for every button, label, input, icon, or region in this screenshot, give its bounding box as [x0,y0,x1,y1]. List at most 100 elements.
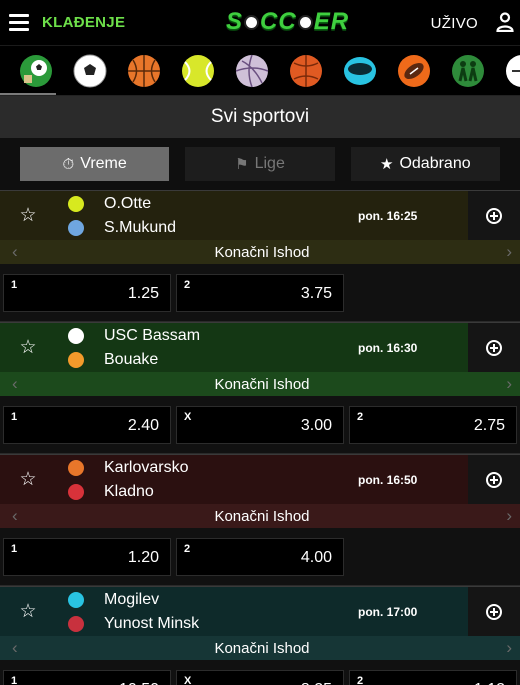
away-team-name: Kladno [104,482,154,500]
logo-ball-icon [244,15,260,30]
odd-value: 10.50 [119,681,159,685]
odd-button-1[interactable]: 1 1.20 [3,537,171,576]
odd-label: X [184,410,192,423]
chevron-right-icon[interactable]: › [506,638,512,658]
sport-american-football[interactable] [394,51,434,91]
odds-row: 1 10.50 X 8.25 2 1.12 [0,660,520,685]
home-team-icon [68,195,84,212]
betting-menu-label[interactable]: KLAĐENJE [42,14,125,31]
live-link[interactable]: UŽIVO [431,15,478,32]
plus-circle-icon [486,603,502,620]
market-bar: ‹ Konačni Ishod › [0,504,520,528]
odd-button-1[interactable]: 1 1.25 [3,273,171,312]
more-markets-button[interactable] [468,587,520,636]
american-football-icon [398,54,430,87]
odd-button-1[interactable]: 1 2.40 [3,405,171,444]
sport-tennis[interactable] [178,51,218,91]
teams[interactable]: O.Otte S.Mukund [56,191,358,240]
logo-ball-icon [297,15,313,30]
market-bar: ‹ Konačni Ishod › [0,240,520,264]
chevron-right-icon[interactable]: › [506,374,512,394]
match-card: ☆ USC Bassam Bouake pon. 16:30 ‹ Konačni… [0,322,520,454]
chevron-left-icon[interactable]: ‹ [12,242,18,262]
odd-button-2[interactable]: 2 2.75 [349,405,517,444]
odd-label: 2 [357,674,364,685]
chevron-right-icon[interactable]: › [506,242,512,262]
home-team: USC Bassam [68,326,358,346]
odd-value: 1.25 [127,284,159,302]
logo-text-start: S [226,8,244,35]
sport-basketball[interactable] [124,51,164,91]
odd-label: 1 [11,410,18,423]
away-team-name: S.Mukund [104,218,177,236]
odd-value: 8.25 [301,681,332,685]
sport-rugby[interactable] [448,51,488,91]
section-title: Svi sportovi [0,96,520,138]
flag-icon: ⚑ [235,156,249,173]
filter-leagues-label: Lige [254,155,285,172]
away-team-icon [68,219,84,236]
sport-handball[interactable] [286,51,326,91]
home-team-name: Karlovarsko [104,458,189,476]
sport-hockey[interactable] [340,51,380,91]
soccer-logo[interactable]: S CC ER [226,8,349,36]
stopwatch-icon: ⏱ [62,155,75,173]
chevron-right-icon[interactable]: › [506,506,512,526]
odd-button-2[interactable]: 2 1.12 [349,669,517,685]
basketball-icon [128,54,160,87]
more-markets-button[interactable] [468,455,520,504]
sport-volleyball[interactable] [232,51,272,91]
more-sports-icon [506,54,520,87]
chevron-left-icon[interactable]: ‹ [12,638,18,658]
odd-button-2[interactable]: 2 4.00 [176,537,344,576]
home-team-name: USC Bassam [104,326,201,344]
tennis-ball-icon [182,54,214,87]
filter-time[interactable]: ⏱ Vreme [20,147,170,181]
home-team: O.Otte [68,194,358,214]
favorite-star-icon[interactable]: ☆ [0,323,56,372]
market-name: Konačni Ishod [214,375,310,393]
plus-circle-icon [486,207,502,224]
teams[interactable]: Mogilev Yunost Minsk [56,587,358,636]
odd-label: 2 [357,410,364,423]
user-icon[interactable] [496,12,514,32]
chevron-left-icon[interactable]: ‹ [12,374,18,394]
more-markets-button[interactable] [468,323,520,372]
odd-button-1[interactable]: 1 10.50 [3,669,171,685]
match-card: ☆ Karlovarsko Kladno pon. 16:50 ‹ Konačn… [0,454,520,586]
odd-button-x[interactable]: X 3.00 [176,405,344,444]
sport-soccer[interactable] [70,51,110,91]
rugby-icon [452,54,484,87]
home-team: Mogilev [68,590,358,610]
sport-soccer-active[interactable] [16,51,56,91]
hamburger-icon[interactable] [9,14,29,31]
odd-value: 3.75 [300,284,332,302]
odd-button-x[interactable]: X 8.25 [176,669,344,685]
favorite-star-icon[interactable]: ☆ [0,455,56,504]
filter-time-label: Vreme [80,155,127,172]
chevron-left-icon[interactable]: ‹ [12,506,18,526]
match-header: ☆ O.Otte S.Mukund pon. 16:25 [0,190,520,240]
home-team-icon [68,459,84,476]
handball-icon [290,54,322,87]
match-time: pon. 16:30 [358,340,418,355]
odd-button-2[interactable]: 2 3.75 [176,273,344,312]
away-team-name: Yunost Minsk [104,614,200,632]
match-card: ☆ O.Otte S.Mukund pon. 16:25 ‹ Konačni I… [0,190,520,322]
favorite-star-icon[interactable]: ☆ [0,587,56,636]
teams[interactable]: USC Bassam Bouake [56,323,358,372]
market-name: Konačni Ishod [214,243,310,261]
more-markets-button[interactable] [468,191,520,240]
odds-row: 1 1.20 2 4.00 [0,528,520,586]
filter-selected[interactable]: ★ Odabrano [350,147,500,181]
teams[interactable]: Karlovarsko Kladno [56,455,358,504]
home-team-name: Mogilev [104,590,160,608]
soccer-active-icon [20,54,52,87]
away-team: S.Mukund [68,218,358,238]
sport-more[interactable] [502,51,520,91]
market-bar: ‹ Konačni Ishod › [0,636,520,660]
odd-label: 1 [11,674,18,685]
away-team-icon [68,351,84,368]
filter-leagues[interactable]: ⚑ Lige [185,147,335,181]
favorite-star-icon[interactable]: ☆ [0,191,56,240]
